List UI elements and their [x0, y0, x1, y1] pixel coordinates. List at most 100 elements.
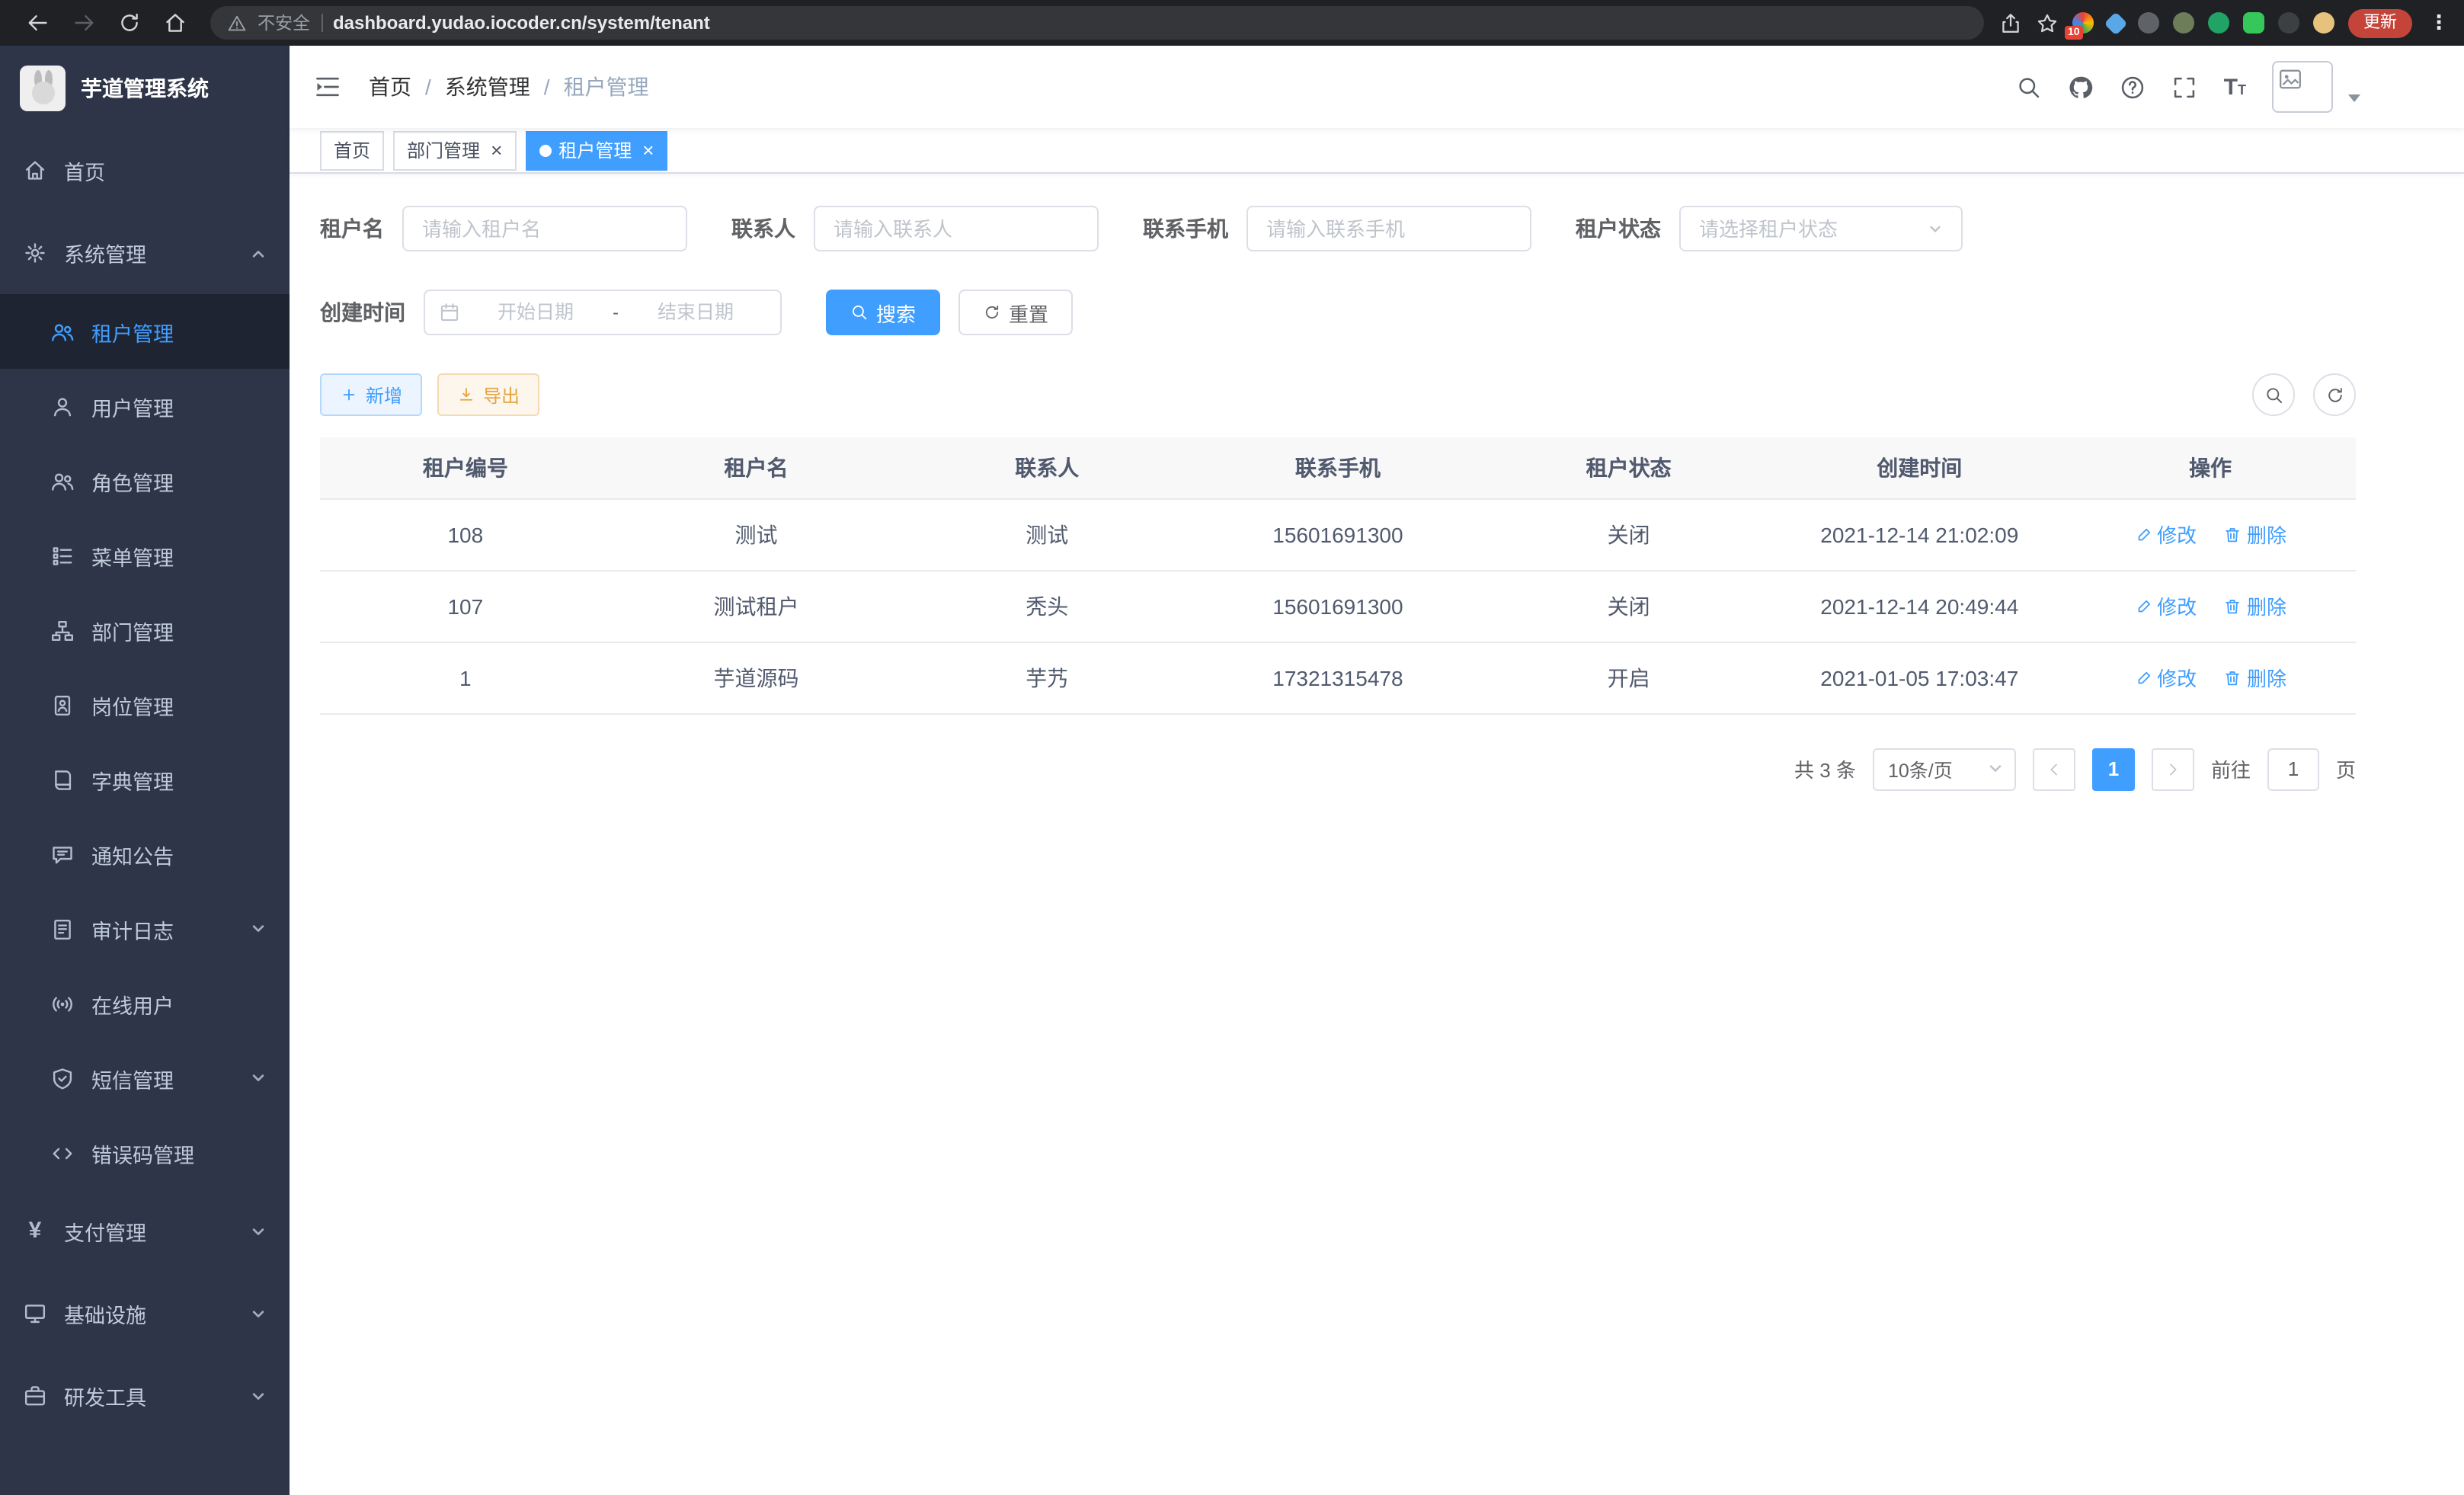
add-button[interactable]: 新增 — [320, 373, 422, 416]
cell-actions: 修改 删除 — [2065, 498, 2356, 570]
sidebar-item-role[interactable]: 角色管理 — [0, 443, 290, 518]
sidebar-item-menu[interactable]: 菜单管理 — [0, 518, 290, 593]
search-button-label: 搜索 — [876, 298, 916, 327]
status-select-input[interactable] — [1681, 217, 1928, 240]
share-icon[interactable] — [1999, 11, 2022, 34]
breadcrumb-system[interactable]: 系统管理 — [445, 72, 530, 102]
delete-button[interactable]: 删除 — [2224, 520, 2286, 549]
sidebar-item-error-code[interactable]: 错误码管理 — [0, 1116, 290, 1190]
chevron-down-icon — [250, 1070, 267, 1087]
sidebar-collapse-icon[interactable] — [314, 73, 341, 101]
sidebar-group-sms[interactable]: 短信管理 — [0, 1041, 290, 1116]
avatar[interactable] — [2272, 61, 2333, 113]
back-icon[interactable] — [26, 11, 50, 35]
url-divider — [321, 14, 322, 32]
plus-icon — [340, 386, 358, 404]
export-button[interactable]: 导出 — [437, 373, 539, 416]
cell-contact: 芋艿 — [901, 642, 1192, 713]
url-text[interactable]: dashboard.yudao.iocoder.cn/system/tenant — [333, 12, 710, 34]
sidebar-group-payment[interactable]: ¥ 支付管理 — [0, 1190, 290, 1273]
edit-button[interactable]: 修改 — [2134, 591, 2197, 620]
next-page-button[interactable] — [2152, 748, 2194, 790]
date-range-picker[interactable]: - — [424, 290, 782, 335]
search-button[interactable]: 搜索 — [826, 290, 940, 335]
menu-list-icon — [50, 543, 75, 568]
goto-page-input[interactable] — [2267, 748, 2319, 790]
browser-menu-icon[interactable]: ⋮ — [2429, 11, 2449, 35]
extension-icon-green-square[interactable] — [2243, 12, 2264, 34]
prev-page-button[interactable] — [2033, 748, 2075, 790]
tab-dept[interactable]: 部门管理× — [393, 130, 516, 170]
refresh-icon — [2325, 385, 2344, 405]
sidebar-group-system[interactable]: 系统管理 — [0, 212, 290, 294]
avatar-dropdown-caret-icon[interactable] — [2348, 94, 2360, 102]
sidebar-group-infrastructure[interactable]: 基础设施 — [0, 1273, 290, 1355]
extension-icon-colorful[interactable]: 10 — [2072, 12, 2094, 34]
tab-home[interactable]: 首页 — [320, 130, 384, 170]
sidebar-item-notice[interactable]: 通知公告 — [0, 817, 290, 892]
github-icon[interactable] — [2069, 74, 2094, 100]
sidebar-item-dict[interactable]: 字典管理 — [0, 742, 290, 817]
delete-button[interactable]: 删除 — [2224, 663, 2286, 692]
browser-update-button[interactable]: 更新 — [2348, 8, 2412, 37]
sidebar-item-tenant[interactable]: 租户管理 — [0, 294, 290, 369]
toggle-search-button[interactable] — [2252, 373, 2295, 416]
close-icon[interactable]: × — [642, 140, 654, 160]
date-start-input[interactable] — [465, 302, 606, 323]
status-select[interactable] — [1679, 206, 1963, 251]
contact-label: 联系人 — [731, 213, 814, 244]
extension-icon-green-circle[interactable] — [2208, 12, 2229, 34]
extension-icon-gray[interactable] — [2138, 12, 2159, 34]
error-code-icon — [50, 1141, 75, 1165]
chevron-right-icon — [2164, 760, 2182, 778]
reload-icon[interactable] — [117, 11, 142, 35]
sidebar-item-label: 岗位管理 — [91, 690, 174, 720]
cell-tenant-id: 108 — [320, 498, 611, 570]
close-icon[interactable]: × — [491, 140, 502, 160]
security-label[interactable]: 不安全 — [258, 11, 310, 35]
tenant-name-input[interactable] — [404, 217, 686, 240]
breadcrumb-home[interactable]: 首页 — [369, 72, 411, 102]
sidebar-item-label: 角色管理 — [91, 466, 174, 496]
tenant-name-field[interactable] — [402, 206, 687, 251]
sidebar-item-label: 菜单管理 — [91, 540, 174, 571]
date-end-input[interactable] — [625, 302, 766, 323]
extension-icon-olive[interactable] — [2173, 12, 2194, 34]
sidebar-item-dept[interactable]: 部门管理 — [0, 593, 290, 667]
contact-input[interactable] — [815, 217, 1097, 240]
reset-button[interactable]: 重置 — [958, 290, 1073, 335]
sidebar-item-post[interactable]: 岗位管理 — [0, 667, 290, 742]
help-question-icon[interactable] — [2120, 74, 2146, 100]
extension-icon-tan[interactable] — [2313, 12, 2334, 34]
payment-yen-icon: ¥ — [23, 1219, 47, 1244]
page-number-button[interactable]: 1 — [2092, 748, 2135, 790]
phone-field[interactable] — [1246, 206, 1531, 251]
extension-icon-dark[interactable] — [2278, 12, 2299, 34]
page-size-select[interactable]: 10条/页 — [1873, 748, 2016, 790]
edit-button[interactable]: 修改 — [2134, 663, 2197, 692]
refresh-table-button[interactable] — [2313, 373, 2356, 416]
search-icon[interactable] — [2017, 74, 2043, 100]
phone-input[interactable] — [1248, 217, 1530, 240]
delete-button[interactable]: 删除 — [2224, 591, 2286, 620]
home-icon[interactable] — [163, 11, 187, 35]
sidebar-item-home[interactable]: 首页 — [0, 130, 290, 212]
chevron-down-icon — [1987, 760, 2004, 777]
extension-icon-diamond[interactable] — [2104, 11, 2127, 34]
tab-tenant[interactable]: 租户管理× — [525, 130, 667, 170]
address-bar[interactable]: 不安全 dashboard.yudao.iocoder.cn/system/te… — [210, 6, 1984, 40]
cell-status: 关闭 — [1483, 498, 1774, 570]
sidebar-item-online-user[interactable]: 在线用户 — [0, 966, 290, 1041]
forward-icon[interactable] — [72, 11, 96, 35]
sidebar-group-audit-log[interactable]: 审计日志 — [0, 892, 290, 966]
sidebar-item-user[interactable]: 用户管理 — [0, 369, 290, 443]
font-size-icon[interactable]: TT — [2224, 75, 2246, 98]
edit-button[interactable]: 修改 — [2134, 520, 2197, 549]
contact-field[interactable] — [814, 206, 1099, 251]
infrastructure-icon — [23, 1301, 47, 1326]
fullscreen-icon[interactable] — [2172, 74, 2198, 100]
app-logo[interactable]: 芋道管理系统 — [0, 46, 290, 130]
tenant-table: 租户编号 租户名 联系人 联系手机 租户状态 创建时间 操作 108 测试 — [320, 437, 2356, 714]
sidebar-group-dev-tools[interactable]: 研发工具 — [0, 1355, 290, 1437]
bookmark-star-icon[interactable] — [2036, 11, 2059, 34]
